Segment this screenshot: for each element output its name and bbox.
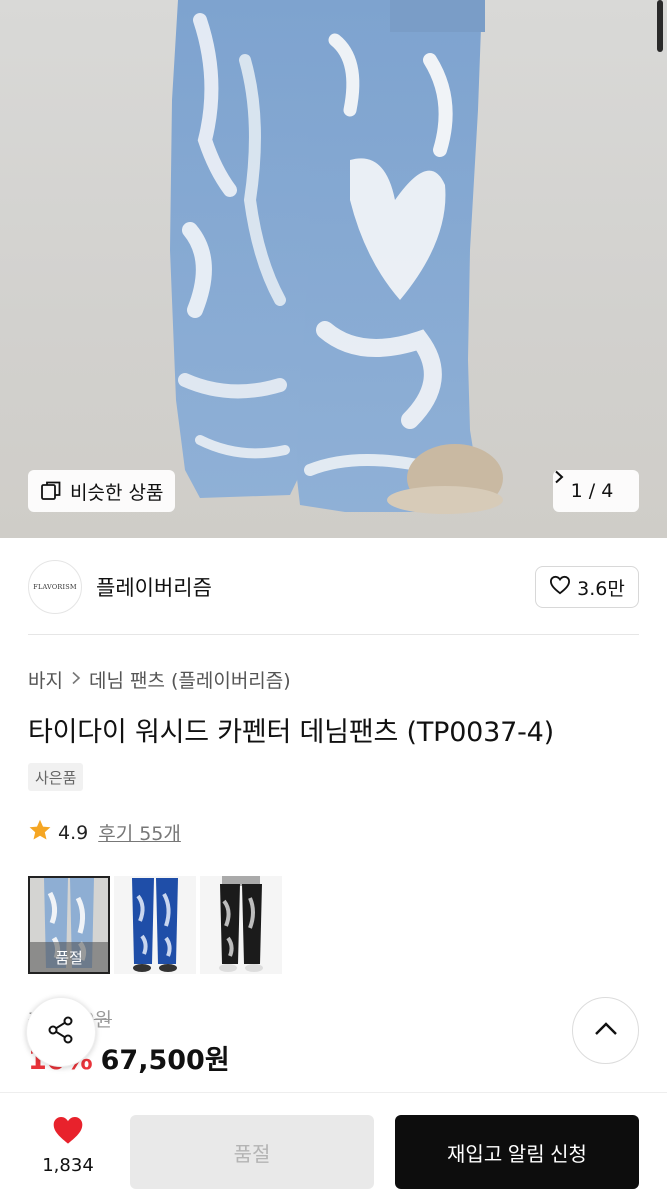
restock-alert-button[interactable]: 재입고 알림 신청 [395,1115,639,1189]
similar-products-button[interactable]: 비슷한 상품 [28,470,176,512]
page-indicator-text: 1 / 4 [570,480,614,502]
sale-price: 67,500원 [100,1045,230,1076]
soldout-overlay: 품절 [30,942,108,972]
heart-outline-icon [549,575,571,600]
breadcrumb-item-denim[interactable]: 데님 팬츠 (플레이버리즘) [89,666,291,693]
review-link[interactable]: 후기 55개 [98,819,181,846]
thumbnail-light-blue[interactable]: 품절 [28,876,110,974]
star-icon [28,818,52,847]
brand-logo-text: FLAVORISM [33,583,77,591]
rating-row: 4.9 후기 55개 [28,818,181,847]
scroll-to-top-button[interactable] [572,997,639,1064]
breadcrumb: 바지 데님 팬츠 (플레이버리즘) [28,666,291,693]
wishlist-count: 1,834 [42,1155,94,1176]
rating-score: 4.9 [58,821,89,844]
scrollbar[interactable] [657,0,663,52]
share-icon [46,1015,76,1049]
share-button[interactable] [26,997,96,1067]
thumbnail-dark-blue[interactable] [114,876,196,974]
brand-row: FLAVORISM 플레이버리즘 3.6만 [0,538,667,636]
brand-name[interactable]: 플레이버리즘 [96,572,212,602]
similar-icon [40,480,62,502]
bottom-action-bar: 1,834 품절 재입고 알림 신청 [0,1092,667,1200]
heart-filled-icon [51,1115,85,1149]
breadcrumb-item-pants[interactable]: 바지 [28,666,63,693]
thumbnail-black[interactable] [200,876,282,974]
similar-products-label: 비슷한 상품 [70,481,164,504]
brand-like-button[interactable]: 3.6만 [535,566,639,608]
product-title: 타이다이 워시드 카펜터 데님팬츠 (TP0037-4) [28,717,554,748]
soldout-button[interactable]: 품절 [130,1115,374,1189]
wishlist-button[interactable]: 1,834 [28,1115,108,1176]
product-photo [170,0,503,514]
gift-badge: 사은품 [28,763,84,791]
image-page-indicator[interactable]: 1 / 4 [553,470,639,512]
chevron-right-icon [71,669,81,690]
chevron-up-icon [594,1021,618,1040]
thumbnail-image [114,876,196,974]
divider [28,634,639,635]
product-image-carousel[interactable]: 비슷한 상품 1 / 4 [0,0,667,538]
color-thumbnails: 품절 [28,876,282,974]
thumbnail-image [200,876,282,974]
brand-like-count: 3.6만 [577,577,625,600]
brand-logo[interactable]: FLAVORISM [28,560,82,614]
